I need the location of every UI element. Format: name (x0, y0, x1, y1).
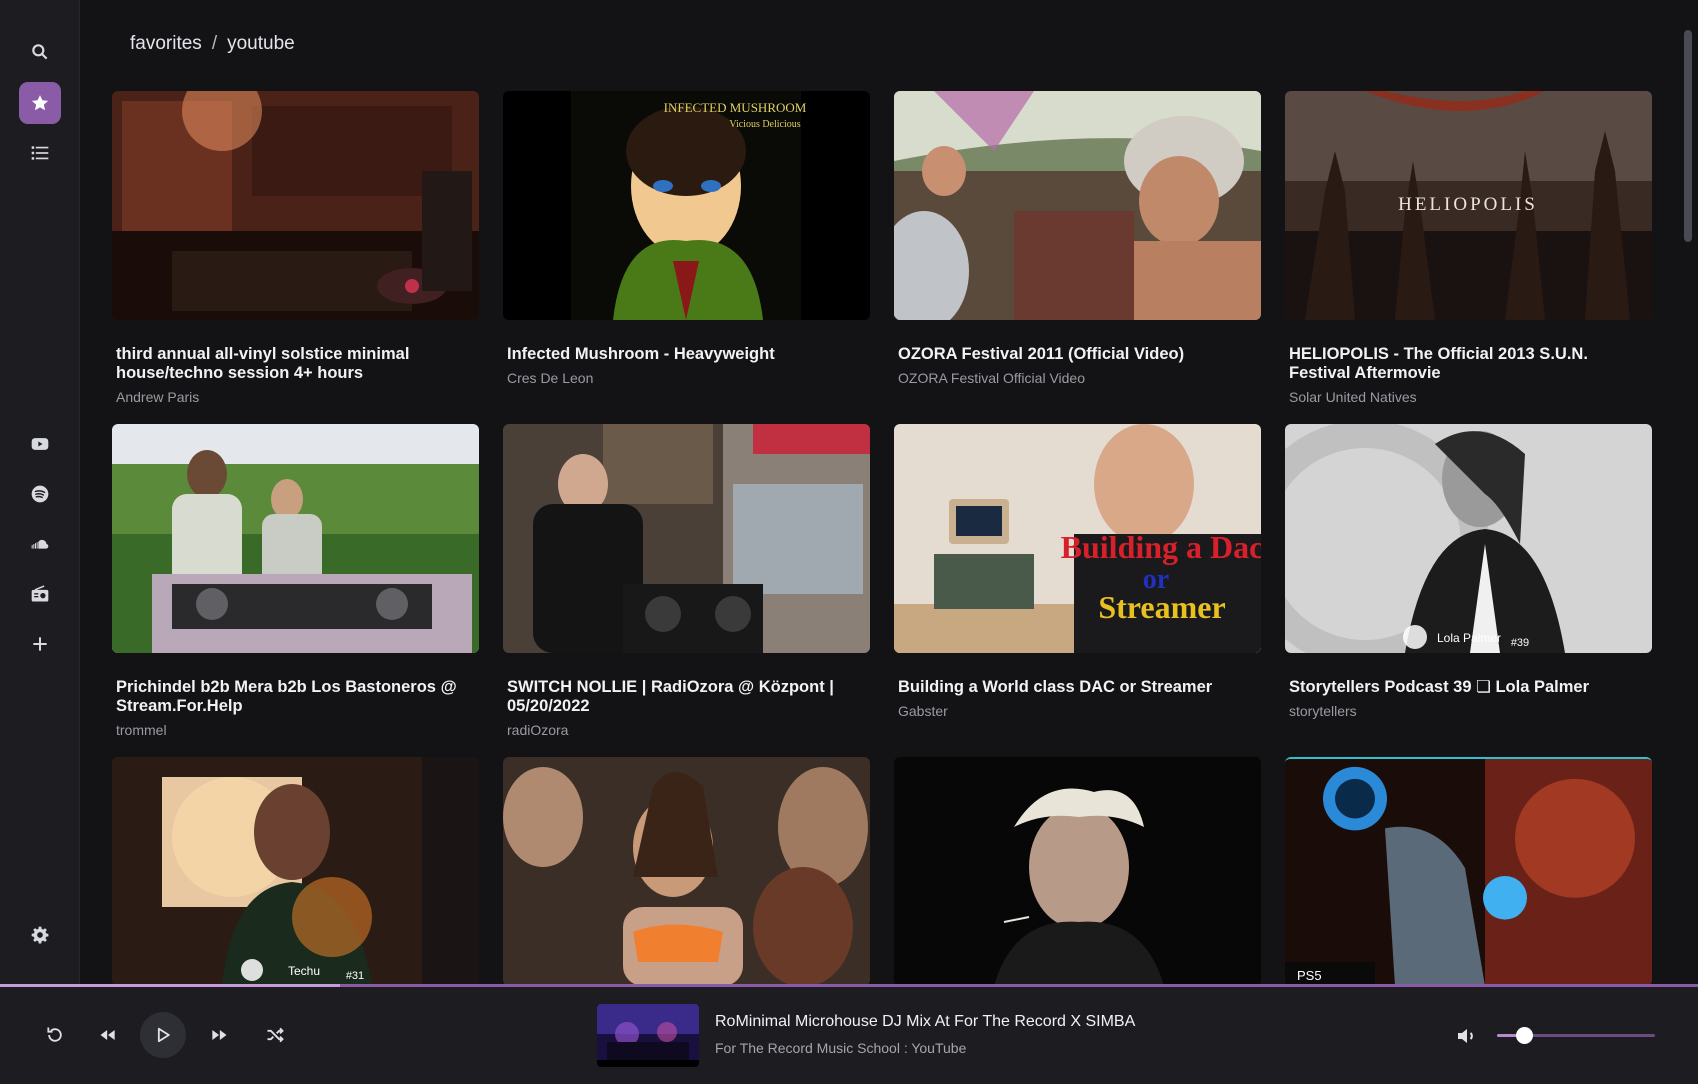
video-title[interactable]: Building a World class DAC or Streamer (898, 678, 1257, 697)
channel-name[interactable]: Solar United Natives (1289, 389, 1648, 405)
video-card[interactable]: Prichindel b2b Mera b2b Los Bastoneros @… (112, 424, 479, 757)
play-button[interactable] (140, 1012, 186, 1058)
now-playing-artwork[interactable] (597, 1004, 699, 1067)
video-thumbnail[interactable] (894, 757, 1261, 986)
video-card[interactable]: INFECTED MUSHROOM Vicious Delicious Infe… (503, 91, 870, 424)
thumbnail-text: PS5 (1297, 968, 1322, 983)
thumbnail-text: Building a Dac (1061, 529, 1261, 565)
channel-name[interactable]: Andrew Paris (116, 389, 475, 405)
repeat-button[interactable] (32, 1012, 78, 1058)
channel-name[interactable]: storytellers (1289, 703, 1648, 719)
breadcrumb-separator: / (211, 33, 218, 54)
video-title[interactable]: HELIOPOLIS - The Official 2013 S.U.N. Fe… (1289, 345, 1648, 383)
channel-name[interactable]: radiOzora (507, 722, 866, 738)
video-card[interactable]: Lola Palmer #39 Storytellers Podcast 39 … (1285, 424, 1652, 757)
previous-button[interactable] (85, 1012, 131, 1058)
video-title[interactable]: third annual all-vinyl solstice minimal … (116, 345, 475, 383)
thumbnail-text: Lola Palmer (1437, 631, 1501, 645)
video-thumbnail[interactable]: Lola Palmer #39 (1285, 424, 1652, 653)
video-thumbnail[interactable]: HELIOPOLIS (1285, 91, 1652, 320)
soundcloud-icon (31, 539, 49, 549)
breadcrumb-root[interactable]: favorites (130, 33, 202, 55)
favorites-button[interactable] (19, 82, 61, 124)
youtube-source-button[interactable] (19, 423, 61, 465)
soundcloud-source-button[interactable] (19, 523, 61, 565)
add-source-button[interactable] (19, 623, 61, 665)
thumbnail-text: Techu (288, 964, 320, 978)
video-thumbnail[interactable]: Techu #31 (112, 757, 479, 986)
video-card[interactable]: PS5 (1285, 757, 1652, 986)
settings-button[interactable] (19, 914, 61, 956)
youtube-icon (31, 438, 49, 450)
video-card[interactable]: third annual all-vinyl solstice minimal … (112, 91, 479, 424)
video-card[interactable]: Techu #31 (112, 757, 479, 986)
channel-name[interactable]: OZORA Festival Official Video (898, 370, 1257, 386)
spotify-source-button[interactable] (19, 473, 61, 515)
volume-icon (1458, 1029, 1473, 1043)
video-thumbnail[interactable] (503, 757, 870, 986)
video-card[interactable] (503, 757, 870, 986)
video-thumbnail[interactable] (112, 91, 479, 320)
search-button[interactable] (19, 31, 61, 73)
thumbnail-subtext: #39 (1511, 637, 1529, 649)
volume-slider-handle[interactable] (1516, 1027, 1533, 1044)
now-playing-title[interactable]: RoMinimal Microhouse DJ Mix At For The R… (715, 1013, 1135, 1031)
video-card[interactable]: HELIOPOLIS HELIOPOLIS - The Official 201… (1285, 91, 1652, 424)
shuffle-button[interactable] (252, 1012, 298, 1058)
video-title[interactable]: Prichindel b2b Mera b2b Los Bastoneros @… (116, 678, 475, 716)
thumbnail-subtext-2: Streamer (1098, 589, 1225, 625)
plus-icon (33, 637, 47, 651)
play-icon (157, 1027, 170, 1043)
video-card[interactable] (894, 757, 1261, 986)
video-thumbnail[interactable] (503, 424, 870, 653)
breadcrumb: favorites / youtube (130, 33, 295, 55)
video-card[interactable]: OZORA Festival 2011 (Official Video) OZO… (894, 91, 1261, 424)
channel-name[interactable]: Cres De Leon (507, 370, 866, 386)
shuffle-icon (267, 1027, 284, 1043)
repeat-icon (47, 1027, 62, 1042)
video-title[interactable]: SWITCH NOLLIE | RadiOzora @ Központ | 05… (507, 678, 866, 716)
thumbnail-subtext: #31 (346, 970, 364, 982)
channel-name[interactable]: trommel (116, 722, 475, 738)
breadcrumb-current: youtube (227, 33, 295, 54)
next-icon (212, 1030, 227, 1040)
video-thumbnail[interactable] (112, 424, 479, 653)
previous-icon (100, 1030, 115, 1040)
list-icon (31, 146, 49, 160)
search-icon (32, 44, 48, 60)
thumbnail-subtext: Vicious Delicious (729, 119, 800, 130)
channel-name[interactable]: Gabster (898, 703, 1257, 719)
video-title[interactable]: Infected Mushroom - Heavyweight (507, 345, 866, 364)
gear-icon (31, 926, 49, 944)
scrollbar-thumb[interactable] (1684, 30, 1692, 242)
queue-button[interactable] (19, 132, 61, 174)
video-title[interactable]: OZORA Festival 2011 (Official Video) (898, 345, 1257, 364)
radio-icon (31, 585, 49, 602)
sidebar (0, 0, 80, 986)
video-card[interactable]: SWITCH NOLLIE | RadiOzora @ Központ | 05… (503, 424, 870, 757)
video-thumbnail[interactable]: INFECTED MUSHROOM Vicious Delicious (503, 91, 870, 320)
thumbnail-text: INFECTED MUSHROOM (664, 100, 807, 115)
video-card[interactable]: Building a Dac or Streamer Building a Wo… (894, 424, 1261, 757)
mute-button[interactable] (1455, 1024, 1479, 1048)
radio-source-button[interactable] (19, 573, 61, 615)
video-thumbnail[interactable]: Building a Dac or Streamer (894, 424, 1261, 653)
video-thumbnail[interactable] (894, 91, 1261, 320)
video-thumbnail[interactable]: PS5 (1285, 757, 1652, 986)
video-grid: third annual all-vinyl solstice minimal … (112, 91, 1656, 986)
spotify-icon (31, 485, 49, 503)
next-button[interactable] (196, 1012, 242, 1058)
now-playing-source[interactable]: For The Record Music School : YouTube (715, 1040, 966, 1056)
video-title[interactable]: Storytellers Podcast 39 ❏ Lola Palmer (1289, 678, 1648, 697)
star-icon (31, 95, 49, 111)
thumbnail-text: HELIOPOLIS (1398, 194, 1538, 215)
main-content: favorites / youtube third annual all-vin… (80, 0, 1680, 986)
